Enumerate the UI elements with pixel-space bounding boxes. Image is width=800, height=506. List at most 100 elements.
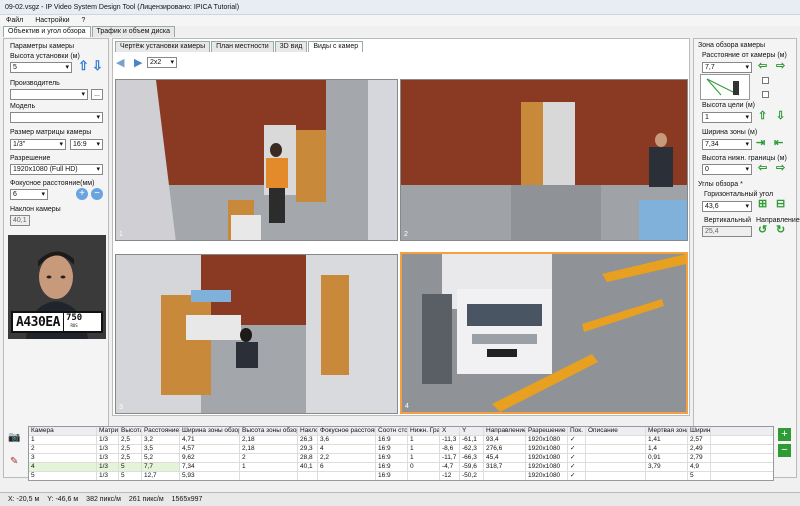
checkbox-1[interactable]: [762, 77, 769, 84]
table-cell: 1/3: [97, 472, 119, 480]
column-header[interactable]: Ширин: [688, 427, 711, 435]
right-arrow-icon[interactable]: ⇨: [776, 61, 785, 72]
table-cell: 3,5: [142, 445, 180, 453]
column-header[interactable]: X: [440, 427, 460, 435]
column-header[interactable]: Описание: [586, 427, 646, 435]
distance-field[interactable]: 7,7: [702, 62, 752, 73]
target-height-field[interactable]: 1: [702, 112, 752, 123]
next-icon[interactable]: ▶: [134, 56, 142, 69]
table-cell: -66,3: [460, 454, 484, 462]
column-header[interactable]: Направление: [484, 427, 526, 435]
resolution-select[interactable]: 1920x1080 (Full HD): [10, 164, 103, 175]
column-header[interactable]: Ширина зоны обзора: [180, 427, 240, 435]
rotate-right-icon[interactable]: ↻: [776, 225, 785, 236]
plate-number: A430EA: [16, 314, 60, 330]
table-cell: 1: [408, 445, 440, 453]
camera-view-1[interactable]: 1: [115, 79, 398, 241]
expand-icon[interactable]: ⊞: [758, 199, 767, 210]
rotate-left-icon[interactable]: ↺: [758, 225, 767, 236]
table-cell: 4,71: [180, 436, 240, 444]
table-cell: 1,4: [646, 445, 688, 453]
column-header[interactable]: Y: [460, 427, 484, 435]
target-height-label: Высота цели (м): [702, 102, 755, 109]
manufacturer-select[interactable]: [10, 89, 88, 100]
tilt-label: Наклон камеры: [10, 206, 61, 213]
column-header[interactable]: Пок.: [568, 427, 586, 435]
lower-border-field[interactable]: 0: [702, 164, 752, 175]
column-header[interactable]: Нижн. Граница: [408, 427, 440, 435]
column-header[interactable]: Мертвая зона: [646, 427, 688, 435]
add-camera-button[interactable]: +: [778, 428, 791, 441]
zoom-out-icon[interactable]: −: [91, 188, 103, 200]
column-header[interactable]: Камера: [29, 427, 97, 435]
column-header[interactable]: Разрешение: [526, 427, 568, 435]
table-cell: 1920x1080: [526, 463, 568, 471]
pencil-icon[interactable]: ✎: [10, 456, 18, 467]
tilt-field[interactable]: 40,1: [10, 215, 30, 226]
column-header[interactable]: Соотн сторон: [376, 427, 408, 435]
horizontal-field[interactable]: 43,6: [702, 201, 752, 212]
up-green-icon[interactable]: ⇧: [758, 111, 767, 122]
table-cell: 0,91: [646, 454, 688, 462]
table-row[interactable]: 4 1/3 5 7,7 7,34 1 40,1 6 16:9 0 -4,7 -59,6 318,7 192…: [29, 463, 773, 472]
table-cell: 276,6: [484, 445, 526, 453]
column-header[interactable]: Расстояние: [142, 427, 180, 435]
widen-icon[interactable]: ⇤: [774, 138, 783, 149]
checkbox-2[interactable]: [762, 91, 769, 98]
target-preview: A430EA 750 RUS: [8, 235, 106, 339]
model-select[interactable]: [10, 112, 103, 123]
table-cell: [586, 463, 646, 471]
zoom-in-icon[interactable]: +: [76, 188, 88, 200]
menu-help[interactable]: ?: [76, 17, 92, 24]
menu-settings[interactable]: Настройки: [29, 17, 75, 24]
collapse-icon[interactable]: ⊟: [776, 199, 785, 210]
tab-lens[interactable]: Объектив и угол обзора: [3, 26, 91, 37]
table-cell: [298, 472, 318, 480]
tab-3d[interactable]: 3D вид: [274, 41, 308, 52]
camera-view-4[interactable]: 4: [400, 252, 688, 414]
table-cell: 5: [119, 463, 142, 471]
matrix-select[interactable]: 1/3": [10, 139, 66, 150]
column-header[interactable]: Наклон: [298, 427, 318, 435]
focal-field[interactable]: 6: [10, 189, 48, 200]
prev-icon[interactable]: ◀: [116, 56, 124, 69]
table-cell: 3: [29, 454, 97, 462]
down-green-icon[interactable]: ⇩: [776, 111, 785, 122]
tab-camera-views[interactable]: Виды с камер: [308, 41, 364, 52]
table-row[interactable]: 3 1/3 2,5 5,2 9,62 2 28,8 2,2 16:9 1 -11,7 -66,3 45,…: [29, 454, 773, 463]
tab-traffic[interactable]: Трафик и объем диска: [91, 26, 175, 37]
layout-select[interactable]: 2x2: [147, 57, 177, 68]
column-header[interactable]: Матрица: [97, 427, 119, 435]
tab-site-plan[interactable]: План местности: [211, 41, 274, 52]
column-header[interactable]: Высота: [119, 427, 142, 435]
aspect-select[interactable]: 16:9: [70, 139, 103, 150]
title-bar: 09-02.vsgz - IP Video System Design Tool…: [0, 0, 800, 15]
table-row[interactable]: 1 1/3 2,5 3,2 4,71 2,18 26,3 3,6 16:9 1 -11,3 -61,1…: [29, 436, 773, 445]
table-cell: -12: [440, 472, 460, 480]
tab-installation[interactable]: Чертёж установки камеры: [115, 41, 211, 52]
table-row[interactable]: 5 1/3 5 12,7 5,93 16:9 -12 -50,2 1920x1080 ✓ 5: [29, 472, 773, 480]
camera-tool-icon[interactable]: 📷: [8, 432, 20, 443]
column-header[interactable]: Фокусное расстояние: [318, 427, 376, 435]
table-row[interactable]: 2 1/3 2,5 3,5 4,57 2,18 29,3 4 16:9 1 -8,6 -62,3 276…: [29, 445, 773, 454]
left-arrow-icon[interactable]: ⇦: [758, 61, 767, 72]
table-cell: 2,57: [688, 436, 711, 444]
vertical-field[interactable]: 25,4: [702, 226, 752, 237]
down-arrow-icon[interactable]: ⇩: [92, 59, 103, 72]
up-arrow-icon[interactable]: ⇧: [78, 59, 89, 72]
remove-camera-button[interactable]: −: [778, 444, 791, 457]
narrow-icon[interactable]: ⇥: [756, 138, 765, 149]
menu-file[interactable]: Файл: [0, 17, 29, 24]
table-cell: 5: [119, 472, 142, 480]
table-cell: [318, 472, 376, 480]
lower-border-label: Высота нижн. границы (м): [702, 155, 787, 162]
left-arrow-icon[interactable]: ⇦: [758, 163, 767, 174]
zone-width-field[interactable]: 7,34: [702, 139, 752, 150]
camera-view-3[interactable]: 3: [115, 254, 398, 414]
right-arrow-icon[interactable]: ⇨: [776, 163, 785, 174]
camera-view-2[interactable]: 2: [400, 79, 688, 241]
column-header[interactable]: Высота зоны обзора: [240, 427, 298, 435]
browse-button[interactable]: ...: [91, 89, 103, 100]
menu-bar: Файл Настройки ?: [0, 15, 800, 26]
height-field[interactable]: 5: [10, 62, 72, 73]
